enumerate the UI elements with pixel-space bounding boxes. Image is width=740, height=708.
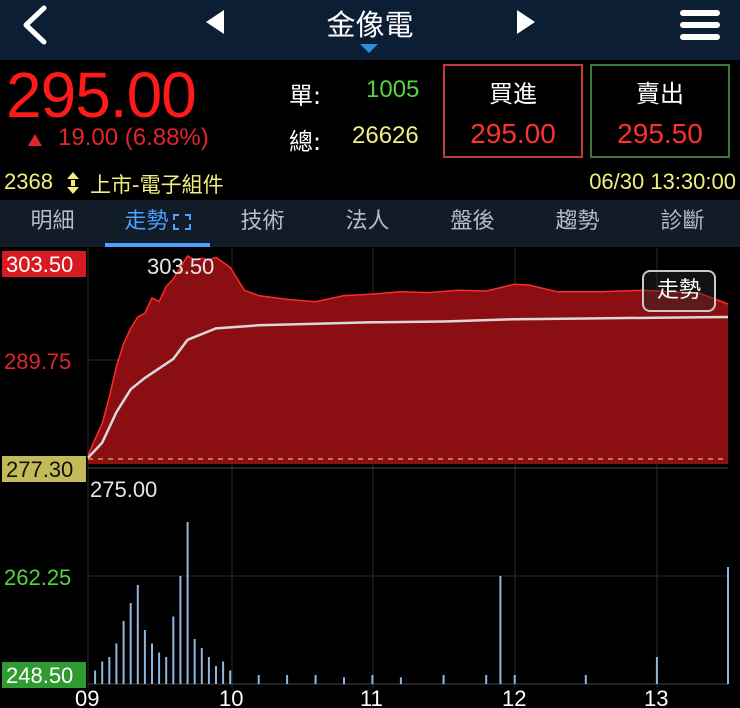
- volume-bar: [165, 657, 168, 684]
- up-down-arrows-icon: [67, 172, 79, 194]
- buy-price: 295.00: [470, 118, 556, 149]
- volume-bar: [499, 576, 502, 684]
- x-label-12: 12: [502, 686, 526, 708]
- volume-bar: [108, 657, 111, 684]
- volume-bar: [151, 643, 153, 684]
- high-annotation: 303.50: [147, 254, 214, 279]
- next-stock-button[interactable]: [505, 4, 545, 40]
- volume-bar: [371, 675, 374, 684]
- tab-technical[interactable]: 技術: [210, 200, 315, 247]
- chart-mode-button[interactable]: 走勢: [642, 270, 716, 312]
- total-volume-label: 總:: [289, 128, 322, 156]
- volume-bar: [115, 643, 118, 684]
- triangle-left-icon: [206, 10, 224, 34]
- tab-institutional[interactable]: 法人: [315, 200, 420, 247]
- volume-bar: [207, 657, 210, 684]
- volume-bar: [399, 677, 402, 685]
- stock-code: 2368: [4, 169, 53, 194]
- volume-bar: [136, 585, 139, 684]
- price-change: 19.00 (6.88%): [58, 124, 209, 151]
- single-volume-label: 單:: [289, 82, 322, 110]
- volume-bar: [442, 675, 445, 684]
- volume-bar: [122, 621, 125, 684]
- price-area: [88, 256, 728, 464]
- volume-bar: [200, 648, 203, 684]
- sell-label: 賣出: [636, 80, 684, 108]
- quote-datetime: 06/30 13:30:00: [589, 169, 736, 194]
- volume-bar: [229, 670, 232, 684]
- volume-bar: [215, 666, 217, 684]
- volume-bar: [172, 616, 175, 684]
- volume-bar: [485, 675, 488, 684]
- stock-info-row: 2368 上市-電子組件 06/30 13:30:00: [0, 166, 740, 198]
- volume-bar: [343, 677, 345, 685]
- back-button[interactable]: [10, 2, 60, 48]
- top-bar: 金像電: [0, 0, 740, 60]
- volume-bar: [727, 567, 729, 684]
- buy-label: 買進: [489, 80, 537, 108]
- volume-bar: [222, 661, 225, 684]
- tab-diagnosis[interactable]: 診斷: [630, 200, 735, 247]
- tab-trend[interactable]: 走勢: [105, 200, 210, 247]
- volume-bar: [94, 670, 97, 684]
- volume-bar: [101, 661, 104, 684]
- single-volume-value: 1005: [366, 76, 420, 103]
- up-arrow-icon: [28, 134, 42, 146]
- volume-bar: [129, 603, 132, 684]
- volume-bar: [193, 639, 196, 684]
- tab-bar: 明細 走勢 技術 法人 盤後 趨勢 診斷: [0, 200, 740, 247]
- previous-stock-button[interactable]: [196, 4, 236, 40]
- sell-price: 295.50: [617, 118, 703, 149]
- volume-bar: [257, 675, 260, 684]
- price-axis-label-high: 303.50: [6, 252, 73, 277]
- x-label-09: 09: [75, 686, 99, 708]
- volume-bar: [513, 675, 516, 684]
- caret-down-icon[interactable]: [360, 44, 378, 53]
- volume-bar: [584, 675, 587, 684]
- volume-bar: [143, 630, 146, 684]
- chevron-left-icon: [23, 5, 47, 45]
- stock-title[interactable]: 金像電: [270, 2, 470, 44]
- hamburger-menu-icon[interactable]: [680, 10, 720, 40]
- market-category: 上市-電子組件: [90, 173, 224, 197]
- x-label-13: 13: [644, 686, 668, 708]
- intraday-trend-chart[interactable]: 303.50 289.75 277.30 303.50 275.00 262.2…: [0, 248, 740, 708]
- volume-bar: [314, 675, 317, 684]
- price-axis-label-mid: 289.75: [4, 349, 71, 374]
- volume-bar: [179, 576, 182, 684]
- volume-bar: [655, 657, 658, 684]
- buy-button[interactable]: 買進 295.00: [443, 64, 583, 158]
- tab-trends[interactable]: 趨勢: [525, 200, 630, 247]
- volume-bar: [158, 652, 161, 684]
- x-label-11: 11: [360, 686, 383, 708]
- fullscreen-icon[interactable]: [172, 214, 191, 230]
- sell-button[interactable]: 賣出 295.50: [590, 64, 730, 158]
- volume-axis-label-high: 275.00: [90, 477, 157, 502]
- volume-axis-label-mid: 262.25: [4, 565, 71, 590]
- volume-bar: [286, 675, 289, 684]
- triangle-right-icon: [517, 10, 535, 34]
- volume-axis-label-low: 248.50: [6, 663, 73, 688]
- price-axis-label-low: 277.30: [6, 457, 73, 482]
- total-volume-value: 26626: [352, 122, 419, 149]
- last-price: 295.00: [6, 59, 197, 131]
- volume-bars: [94, 522, 729, 685]
- volume-bar: [186, 522, 189, 684]
- tab-details[interactable]: 明細: [0, 200, 105, 247]
- x-label-10: 10: [219, 686, 243, 708]
- tab-after-hours[interactable]: 盤後: [420, 200, 525, 247]
